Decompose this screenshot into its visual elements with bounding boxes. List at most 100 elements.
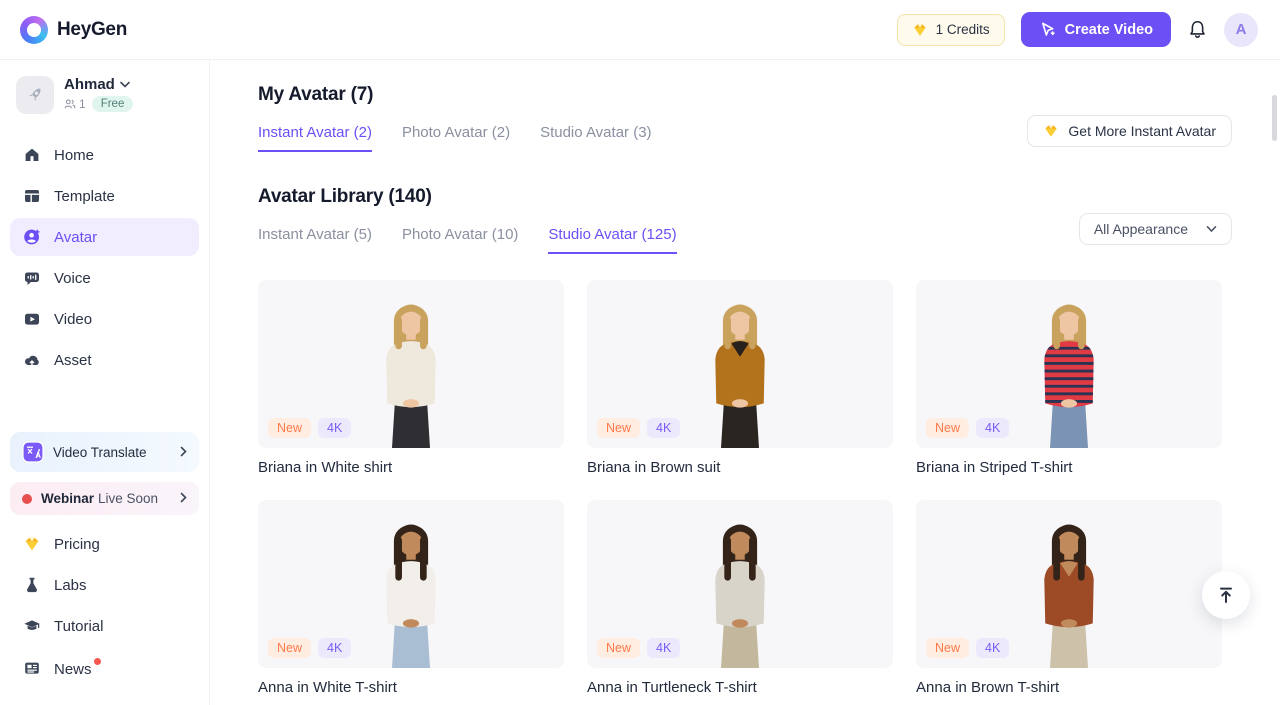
avatar-card-name: Briana in White shirt — [258, 459, 393, 476]
scroll-to-top-button[interactable] — [1202, 571, 1250, 619]
tab-library-instant-avatar[interactable]: Instant Avatar (5) — [258, 226, 372, 254]
sidebar-item-pricing[interactable]: Pricing — [10, 525, 199, 563]
sidebar-item-home[interactable]: Home — [10, 136, 199, 174]
sidebar-item-voice[interactable]: Voice — [10, 259, 199, 297]
resolution-badge: 4K — [318, 638, 352, 658]
voice-icon — [25, 272, 39, 285]
sidebar-item-tutorial[interactable]: Tutorial — [10, 607, 199, 645]
avatar-card[interactable]: New 4K Briana in White shirt — [258, 280, 564, 476]
tab-studio-avatar[interactable]: Studio Avatar (3) — [540, 124, 651, 152]
chevron-down-icon — [1206, 226, 1217, 233]
brand-name: HeyGen — [57, 18, 128, 40]
video-icon — [25, 313, 39, 325]
graduation-cap-icon — [24, 620, 40, 630]
home-icon — [25, 148, 39, 161]
avatar-card-name: Anna in Brown T-shirt — [916, 679, 1060, 696]
news-icon — [25, 662, 39, 674]
news-label: News — [54, 661, 92, 678]
members-icon — [64, 99, 76, 109]
svg-text:A: A — [35, 451, 41, 460]
top-bar: HeyGen 1 Credits Create Video A — [0, 0, 1280, 60]
avatar-card-name: Anna in White T-shirt — [258, 679, 397, 696]
sidebar-item-asset[interactable]: Asset — [10, 341, 199, 379]
resolution-badge: 4K — [647, 418, 681, 438]
avatar-library-title: Avatar Library (140) — [258, 186, 432, 207]
create-video-button[interactable]: Create Video — [1020, 12, 1171, 47]
profile-avatar[interactable]: A — [1224, 12, 1258, 47]
sidebar: Ahmad 1 Free Home Template Avatar Voice … — [0, 60, 210, 705]
workspace-name: Ahmad — [64, 76, 115, 93]
live-dot-icon — [22, 493, 32, 504]
avatar-card[interactable]: New 4K Briana in Striped T-shirt — [916, 280, 1222, 476]
template-icon — [25, 190, 39, 202]
webinar-sublabel: Live Soon — [98, 491, 159, 506]
webinar-promo[interactable]: Webinar Live Soon — [10, 482, 199, 515]
avatar-card[interactable]: New 4K Anna in Turtleneck T-shirt — [587, 500, 893, 696]
avatar-card[interactable]: New 4K Anna in White T-shirt — [258, 500, 564, 696]
resolution-badge: 4K — [976, 638, 1010, 658]
sidebar-item-template[interactable]: Template — [10, 177, 199, 215]
new-badge: New — [926, 638, 970, 658]
resolution-badge: 4K — [318, 418, 352, 438]
avatar-figure — [1044, 304, 1094, 448]
flask-icon — [26, 577, 38, 593]
heygen-logo[interactable]: HeyGen — [20, 15, 128, 44]
create-video-label: Create Video — [1064, 21, 1153, 38]
credits-button[interactable]: 1 Credits — [896, 13, 1005, 46]
avatar-library-section: Avatar Library (140) Instant Avatar (5) … — [258, 186, 1232, 696]
sidebar-item-video[interactable]: Video — [10, 300, 199, 338]
chevron-down-icon — [120, 81, 130, 88]
new-badge: New — [926, 418, 970, 438]
my-avatar-section: My Avatar (7) Instant Avatar (2) Photo A… — [258, 84, 1232, 152]
video-translate-promo[interactable]: A Video Translate — [10, 432, 199, 472]
pricing-gem-icon — [25, 537, 39, 551]
sidebar-item-news[interactable]: News — [10, 648, 199, 688]
new-badge: New — [268, 418, 312, 438]
cursor-plus-icon — [1039, 21, 1056, 38]
chevron-right-icon — [180, 491, 187, 506]
arrow-up-to-line-icon — [1220, 587, 1232, 603]
bell-icon — [1187, 19, 1208, 40]
avatar-icon — [24, 229, 40, 245]
appearance-filter-dropdown[interactable]: All Appearance — [1078, 213, 1232, 245]
tab-library-studio-avatar[interactable]: Studio Avatar (125) — [548, 226, 677, 254]
get-more-instant-avatar-button[interactable]: Get More Instant Avatar — [1027, 115, 1232, 147]
translate-icon: A — [22, 441, 44, 463]
new-badge: New — [597, 638, 641, 658]
avatar-photo: New 4K — [916, 500, 1222, 668]
tab-instant-avatar[interactable]: Instant Avatar (2) — [258, 124, 372, 152]
resolution-badge: 4K — [976, 418, 1010, 438]
workspace-switcher[interactable]: Ahmad 1 Free — [10, 76, 199, 114]
plan-badge: Free — [91, 96, 134, 112]
avatar-card-name: Briana in Striped T-shirt — [916, 459, 1073, 476]
tab-photo-avatar[interactable]: Photo Avatar (2) — [402, 124, 510, 152]
avatar-card[interactable]: New 4K Briana in Brown suit — [587, 280, 893, 476]
avatar-photo: New 4K — [258, 500, 564, 668]
avatar-card[interactable]: New 4K Anna in Brown T-shirt — [916, 500, 1222, 696]
main-content: My Avatar (7) Instant Avatar (2) Photo A… — [210, 60, 1280, 705]
gem-icon — [1043, 123, 1059, 139]
sidebar-item-avatar[interactable]: Avatar — [10, 218, 199, 256]
avatar-cards-grid: New 4K Briana in White shirt New 4K Bria… — [258, 280, 1232, 696]
webinar-label: Webinar — [41, 491, 95, 506]
heygen-logo-icon — [20, 15, 48, 44]
avatar-photo: New 4K — [587, 280, 893, 448]
tab-library-photo-avatar[interactable]: Photo Avatar (10) — [402, 226, 518, 254]
resolution-badge: 4K — [647, 638, 681, 658]
notifications-button[interactable] — [1187, 19, 1208, 40]
member-count: 1 — [64, 97, 86, 111]
gem-icon — [912, 22, 928, 38]
avatar-photo: New 4K — [258, 280, 564, 448]
avatar-figure — [386, 304, 436, 448]
avatar-figure — [386, 524, 436, 668]
avatar-photo: New 4K — [587, 500, 893, 668]
scrollbar-thumb[interactable] — [1272, 95, 1277, 141]
sidebar-item-labs[interactable]: Labs — [10, 566, 199, 604]
avatar-figure — [715, 304, 765, 448]
avatar-figure — [1044, 524, 1094, 668]
new-badge: New — [597, 418, 641, 438]
chevron-right-icon — [180, 445, 187, 460]
credits-label: 1 Credits — [935, 22, 990, 37]
avatar-photo: New 4K — [916, 280, 1222, 448]
news-notification-dot — [93, 658, 101, 665]
